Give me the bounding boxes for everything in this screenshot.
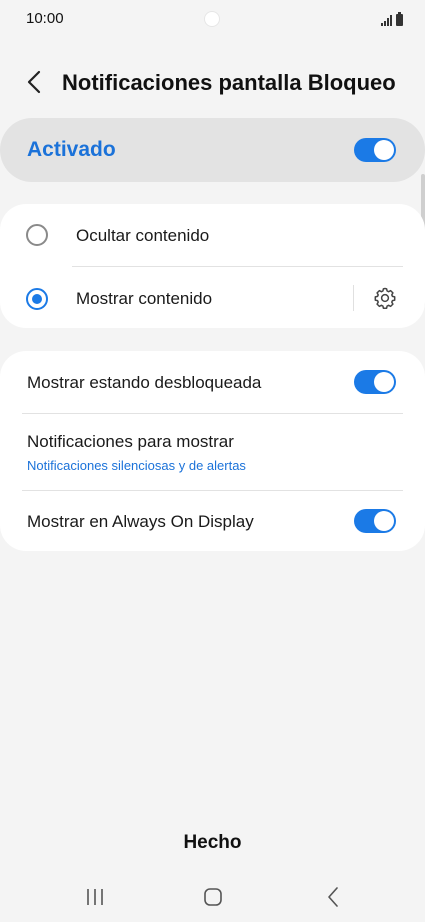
battery-icon: [396, 12, 403, 26]
radio-show-content[interactable]: [26, 288, 48, 310]
home-button[interactable]: [193, 882, 233, 912]
navigation-bar: [0, 874, 425, 922]
status-icons: [381, 12, 403, 26]
option-show-content[interactable]: Mostrar contenido: [0, 267, 425, 328]
settings-card: Mostrar estando desbloqueada Notificacio…: [0, 351, 425, 551]
setting-show-unlocked[interactable]: Mostrar estando desbloqueada: [0, 351, 425, 413]
master-switch-label: Activado: [27, 138, 116, 161]
option-hide-content[interactable]: Ocultar contenido: [0, 204, 425, 266]
recent-apps-icon: [87, 889, 103, 905]
nav-back-button[interactable]: [313, 882, 353, 912]
option-show-content-label: Mostrar contenido: [76, 289, 213, 308]
option-hide-content-label: Ocultar contenido: [76, 226, 210, 245]
home-icon: [204, 888, 222, 906]
signal-icon: [381, 14, 392, 26]
always-on-display-toggle[interactable]: [354, 509, 396, 533]
front-camera: [204, 11, 220, 27]
setting-notifications-to-show[interactable]: Notificaciones para mostrar Notificacion…: [0, 414, 425, 490]
gear-icon[interactable]: [373, 286, 397, 310]
vertical-divider: [353, 285, 354, 311]
show-unlocked-toggle[interactable]: [354, 370, 396, 394]
setting-always-on-display-label: Mostrar en Always On Display: [27, 512, 254, 531]
done-button[interactable]: Hecho: [0, 826, 425, 860]
status-time: 10:00: [26, 10, 64, 27]
setting-show-unlocked-label: Mostrar estando desbloqueada: [27, 373, 262, 392]
radio-hide-content[interactable]: [26, 224, 48, 246]
setting-notifications-to-show-label: Notificaciones para mostrar: [27, 432, 234, 451]
setting-notifications-to-show-value: Notificaciones silenciosas y de alertas: [27, 458, 246, 473]
master-switch-row[interactable]: Activado: [0, 118, 425, 182]
header: Notificaciones pantalla Bloqueo: [0, 60, 425, 106]
setting-always-on-display[interactable]: Mostrar en Always On Display: [0, 491, 425, 551]
nav-back-icon: [328, 887, 338, 907]
back-arrow-icon: [27, 70, 41, 94]
recent-apps-button[interactable]: [75, 882, 115, 912]
status-bar: 10:00: [0, 0, 425, 38]
page-title: Notificaciones pantalla Bloqueo: [62, 70, 396, 95]
content-options-card: Ocultar contenido Mostrar contenido: [0, 204, 425, 328]
master-toggle[interactable]: [354, 138, 396, 162]
back-button[interactable]: [20, 66, 52, 98]
